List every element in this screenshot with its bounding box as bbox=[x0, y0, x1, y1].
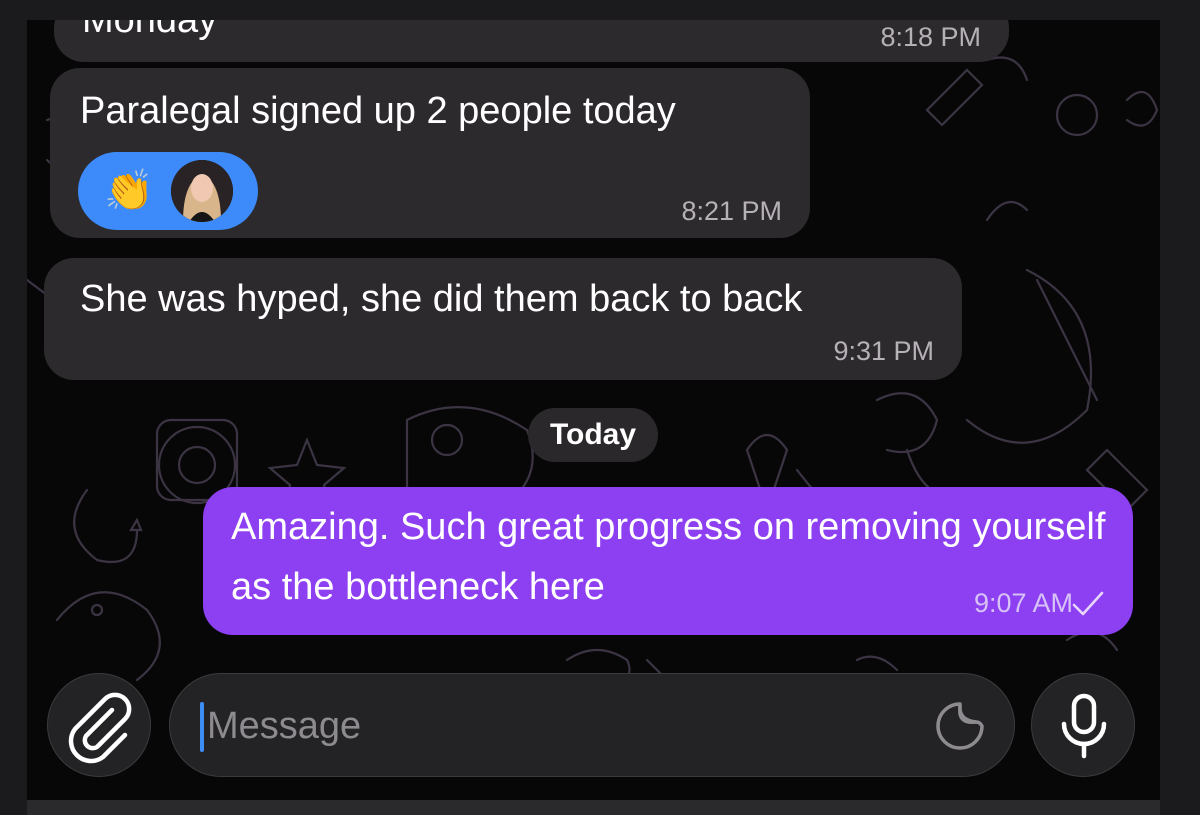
paperclip-icon bbox=[68, 692, 132, 764]
message-bubble-outgoing[interactable]: Amazing. Such great progress on removing… bbox=[203, 487, 1133, 635]
sticker-icon[interactable] bbox=[934, 700, 986, 752]
message-time: 8:21 PM bbox=[681, 196, 782, 226]
message-time: 9:31 PM bbox=[833, 336, 934, 366]
message-time: 8:18 PM bbox=[880, 22, 981, 52]
message-text: Paralegal signed up 2 people today bbox=[80, 90, 676, 132]
checkmark-icon bbox=[1072, 591, 1104, 616]
attach-button[interactable] bbox=[47, 673, 151, 777]
microphone-button[interactable] bbox=[1031, 673, 1135, 777]
avatar-image bbox=[171, 160, 233, 222]
bottom-edge bbox=[27, 800, 1160, 815]
clapping-hands-emoji: 👏 bbox=[104, 169, 154, 213]
message-text: She was hyped, she did them back to back bbox=[80, 278, 803, 320]
message-input[interactable]: Message bbox=[169, 673, 1015, 777]
reaction-pill[interactable]: 👏 bbox=[78, 152, 258, 230]
avatar bbox=[171, 160, 233, 222]
chat-area[interactable]: Monday 8:18 PM Paralegal signed up 2 peo… bbox=[27, 20, 1160, 800]
message-text: Monday bbox=[82, 20, 218, 41]
date-divider: Today bbox=[528, 408, 658, 462]
text-caret bbox=[200, 702, 204, 752]
message-bubble-incoming[interactable]: Monday 8:18 PM bbox=[54, 20, 1009, 62]
message-input-placeholder: Message bbox=[207, 705, 362, 747]
composer-bar: Message bbox=[27, 670, 1160, 800]
message-bubble-incoming[interactable]: She was hyped, she did them back to back… bbox=[44, 258, 962, 380]
message-bubble-incoming[interactable]: Paralegal signed up 2 people today 👏 8:2… bbox=[50, 68, 810, 238]
microphone-icon bbox=[1061, 693, 1107, 759]
message-time: 9:07 AM bbox=[973, 588, 1073, 618]
